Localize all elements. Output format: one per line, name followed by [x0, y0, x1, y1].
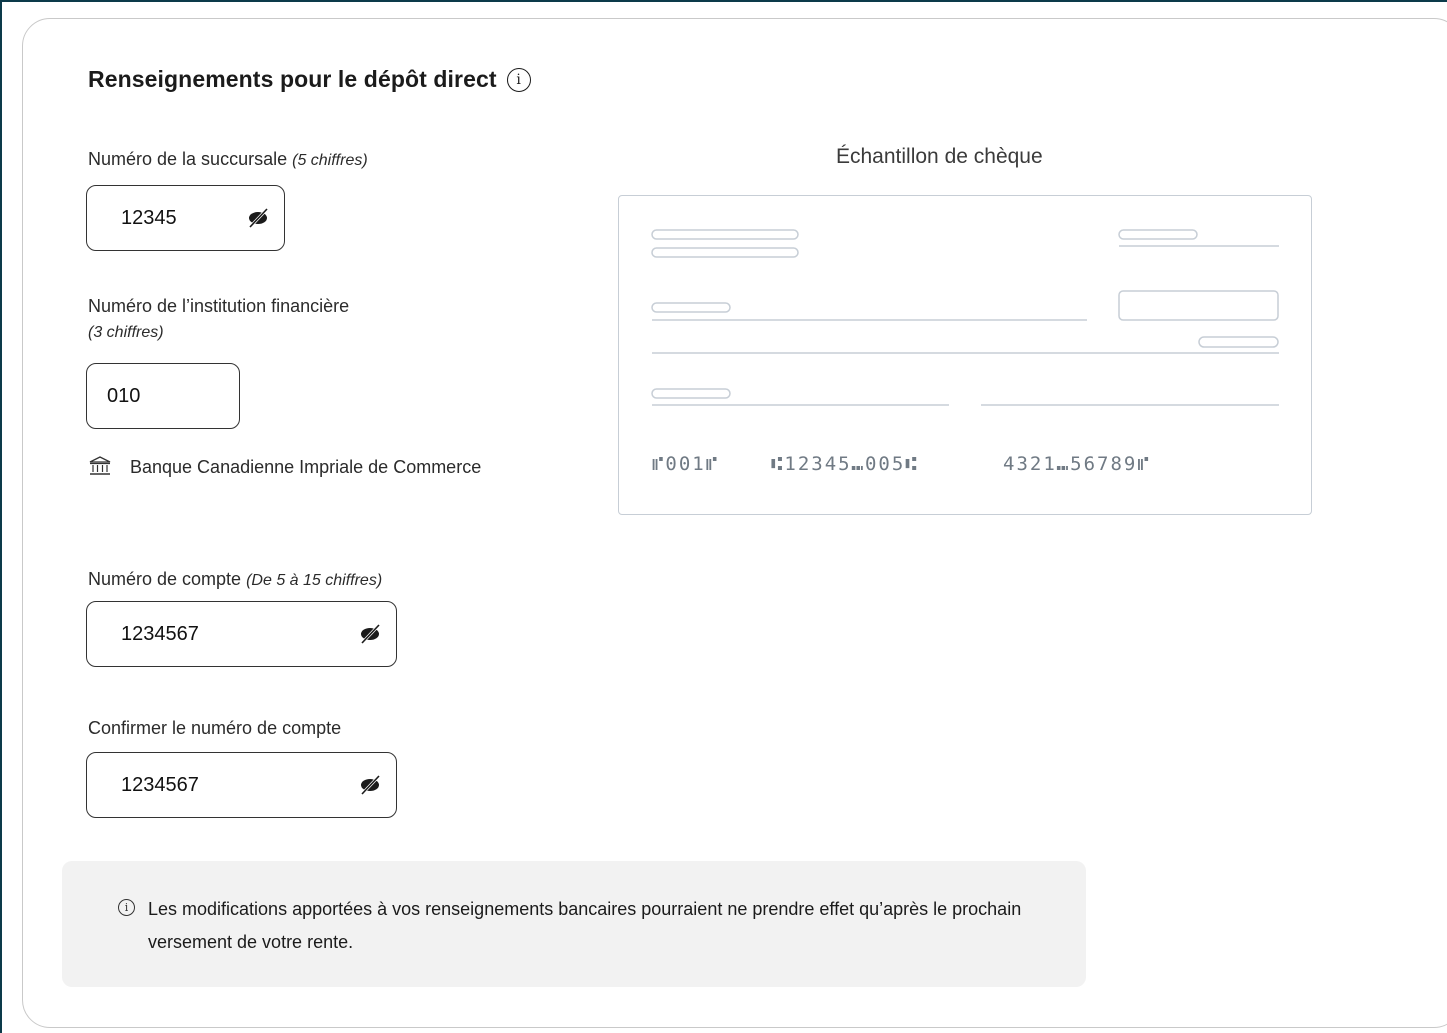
- branch-number-label: Numéro de la succursale (5 chiffres): [88, 144, 368, 176]
- eye-slash-icon[interactable]: [246, 206, 270, 230]
- eye-slash-icon[interactable]: [358, 773, 382, 797]
- eye-slash-icon[interactable]: [358, 622, 382, 646]
- cheque-placeholder-bar: [1198, 336, 1279, 348]
- cheque-placeholder-bar: [651, 229, 799, 240]
- cheque-placeholder-bar: [1118, 229, 1198, 240]
- account-number-label-text: Numéro de compte: [88, 569, 242, 589]
- branch-number-value: 12345: [121, 206, 177, 229]
- branch-number-hint: (5 chiffres): [292, 152, 368, 169]
- account-number-value: 1234567: [121, 622, 199, 645]
- info-icon[interactable]: i: [506, 67, 531, 92]
- confirm-account-label: Confirmer le numéro de compte: [88, 718, 342, 738]
- bank-icon: [89, 456, 111, 475]
- institution-number-value: 010: [107, 384, 141, 407]
- institution-number-label-text: Numéro de l’institution financière: [88, 296, 350, 316]
- micr-transit-number: ⑆12345⑉005⑆: [771, 453, 919, 475]
- section-header: Renseignements pour le dépôt direct i: [88, 66, 531, 93]
- account-number-field[interactable]: 1234567: [86, 601, 397, 667]
- cheque-placeholder-bar: [651, 388, 731, 399]
- cheque-sample-title: Échantillon de chèque: [836, 145, 1043, 168]
- bank-name-row: Banque Canadienne Impriale de Commerce: [88, 448, 508, 486]
- institution-number-field[interactable]: 010: [86, 363, 240, 429]
- bank-name: Banque Canadienne Impriale de Commerce: [130, 457, 482, 477]
- branch-number-field[interactable]: 12345: [86, 185, 285, 251]
- institution-number-label: Numéro de l’institution financière (3 ch…: [88, 291, 508, 345]
- notice-box: i Les modifications apportées à vos rens…: [62, 861, 1086, 987]
- account-number-hint: (De 5 à 15 chiffres): [246, 572, 383, 589]
- confirm-account-value: 1234567: [121, 773, 199, 796]
- section-title: Renseignements pour le dépôt direct: [88, 66, 497, 92]
- cheque-sample-image: ⑈001⑈ ⑆12345⑉005⑆ 4321⑉56789⑈: [618, 195, 1312, 515]
- branch-number-label-text: Numéro de la succursale: [88, 149, 288, 169]
- cheque-amount-box: [1118, 290, 1279, 321]
- cheque-illustration: ⑈001⑈ ⑆12345⑉005⑆ 4321⑉56789⑈: [651, 229, 1279, 475]
- cheque-placeholder-bar: [651, 302, 731, 313]
- micr-account-number: 4321⑉56789⑈: [1003, 453, 1151, 475]
- notice-text: Les modifications apportées à vos rensei…: [148, 899, 1022, 952]
- confirm-account-field[interactable]: 1234567: [86, 752, 397, 818]
- cheque-placeholder-bar: [651, 247, 799, 258]
- info-icon: i: [118, 899, 135, 916]
- micr-cheque-number: ⑈001⑈: [652, 453, 719, 475]
- account-number-label: Numéro de compte (De 5 à 15 chiffres): [88, 564, 382, 596]
- institution-number-hint: (3 chiffres): [88, 324, 164, 341]
